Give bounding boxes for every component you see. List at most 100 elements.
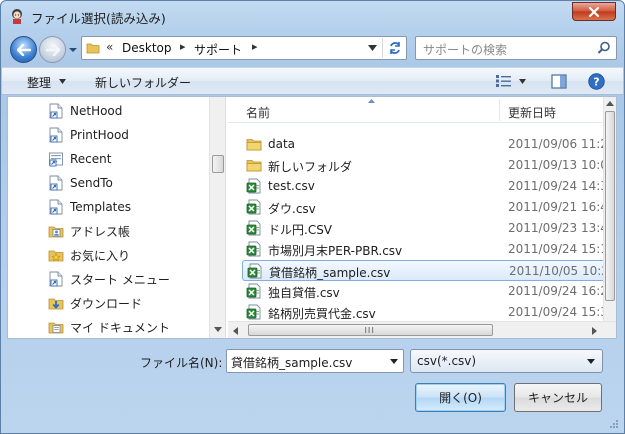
nav-item-label: Templates [70, 200, 132, 214]
address-bar[interactable]: « Desktop ▸ サポート ▸ [81, 36, 407, 60]
nav-item[interactable]: PrintHood [48, 124, 129, 146]
back-button[interactable] [10, 36, 37, 63]
file-list: 名前 更新日時 data 2011/09/06 11:2 新しいフォルダ 2011/0… [228, 97, 616, 338]
search-box[interactable]: サポートの検索 [415, 36, 617, 60]
chevron-down-icon[interactable] [519, 79, 526, 84]
chevron-down-icon[interactable] [587, 359, 595, 364]
file-type-value: csv(*.csv) [417, 354, 477, 368]
file-type-select[interactable]: csv(*.csv) [410, 349, 603, 373]
file-open-dialog: ファイル選択(読み込み) « Desktop ▸ サポート ▸ サポートの検索 … [0, 0, 625, 434]
nav-scrollbar-thumb[interactable] [212, 155, 224, 173]
scroll-up-arrow-icon[interactable] [606, 101, 614, 106]
scroll-right-arrow-icon[interactable] [592, 327, 597, 335]
view-options-icon[interactable] [495, 74, 513, 88]
nav-item[interactable]: マイ ドキュメント [48, 316, 170, 338]
nav-item[interactable]: アドレス帳 [48, 220, 130, 242]
folder-icon [86, 43, 100, 54]
column-name-header[interactable]: 名前 [246, 104, 270, 121]
file-row[interactable]: 銘柄別売買代金.csv 2011/09/24 15:3 [242, 302, 608, 323]
nav-item-label: SendTo [70, 176, 113, 190]
file-list-horizontal-scrollbar[interactable] [228, 321, 616, 338]
scroll-down-arrow-icon[interactable] [214, 327, 222, 332]
help-icon[interactable]: ? [588, 73, 605, 90]
nav-item[interactable]: Templates [48, 196, 131, 218]
filename-combobox[interactable]: 貸借銘柄_sample.csv [226, 349, 404, 373]
chevron-down-icon[interactable] [59, 79, 66, 84]
csv-file-icon [246, 178, 262, 194]
organize-button[interactable]: 整理 [27, 74, 51, 91]
breadcrumb-separator[interactable]: ▸ [252, 40, 258, 53]
shortcut-icon [48, 199, 64, 215]
recent-icon [48, 151, 64, 167]
filename-input[interactable]: 貸借銘柄_sample.csv [231, 354, 352, 371]
arrow-right-icon [45, 43, 60, 56]
command-bar: 整理 新しいフォルダー ? [2, 67, 623, 95]
open-button[interactable]: 開く(O) [415, 383, 506, 412]
new-folder-button[interactable]: 新しいフォルダー [95, 74, 191, 91]
scroll-left-arrow-icon[interactable] [233, 327, 238, 335]
folder-icon [246, 157, 262, 173]
nav-item[interactable]: SendTo [48, 172, 113, 194]
csv-file-icon [246, 283, 262, 299]
file-row[interactable]: 市場別月末PER-PBR.csv 2011/09/24 15:1 [242, 239, 608, 260]
vertical-scrollbar-thumb[interactable] [605, 111, 615, 301]
refresh-button[interactable] [382, 38, 406, 58]
sort-ascending-icon [368, 99, 375, 103]
file-row[interactable]: 独自貸借.csv 2011/09/24 16:2 [242, 281, 608, 302]
browser-content: NetHood PrintHood Recent SendTo Templates アドレ… [7, 96, 617, 339]
address-dropdown-icon[interactable] [368, 45, 377, 51]
file-row[interactable]: 新しいフォルダ 2011/09/13 10:0 [242, 155, 608, 176]
file-row[interactable]: ドル円.CSV 2011/09/23 13:4 [242, 218, 608, 239]
nav-item[interactable]: お気に入り [48, 244, 130, 266]
file-name: 市場別月末PER-PBR.csv [268, 244, 403, 258]
file-name: 銘柄別売買代金.csv [268, 307, 376, 321]
file-date: 2011/09/24 15:3 [508, 305, 608, 319]
search-icon[interactable] [597, 41, 611, 55]
preview-pane-icon[interactable] [551, 74, 567, 89]
shortcut-icon [48, 103, 64, 119]
file-date: 2011/09/24 14:3 [508, 179, 608, 193]
window-title: ファイル選択(読み込み) [31, 11, 166, 26]
file-list-vertical-scrollbar[interactable] [603, 97, 616, 321]
csv-file-icon [246, 304, 262, 320]
address-overflow-chevron[interactable]: « [106, 40, 113, 54]
nav-item[interactable]: NetHood [48, 100, 122, 122]
nav-item-label: Recent [70, 152, 112, 166]
nav-scrollbar[interactable] [209, 97, 225, 338]
file-row[interactable]: 貸借銘柄_sample.csv 2011/10/05 10:2 [242, 260, 609, 281]
cancel-button[interactable]: キャンセル [514, 383, 602, 412]
filename-label: ファイル名(N): [140, 356, 223, 370]
nav-item-label: ダウンロード [70, 296, 143, 311]
close-button[interactable] [572, 2, 616, 21]
nav-item[interactable]: スタート メニュー [48, 268, 170, 290]
file-date: 2011/09/24 15:1 [508, 242, 608, 256]
search-input[interactable]: サポートの検索 [423, 41, 507, 58]
column-divider[interactable] [499, 99, 500, 121]
svg-text:?: ? [593, 76, 599, 89]
column-date-header[interactable]: 更新日時 [508, 104, 556, 121]
csv-file-icon [246, 199, 262, 215]
title-bar[interactable]: ファイル選択(読み込み) [1, 1, 624, 31]
forward-button[interactable] [39, 36, 66, 63]
resize-grip-icon[interactable] [607, 419, 619, 431]
file-name: ダウ.csv [268, 202, 316, 216]
nav-item[interactable]: Recent [48, 148, 111, 170]
contacts-icon [48, 223, 64, 239]
nav-item-label: アドレス帳 [70, 224, 131, 239]
shortcut-icon [48, 127, 64, 143]
file-date: 2011/09/06 11:2 [508, 137, 608, 151]
file-date: 2011/09/23 13:4 [508, 221, 608, 235]
nav-item[interactable]: ダウンロード [48, 292, 142, 314]
chevron-down-icon[interactable] [390, 359, 398, 364]
recent-pages-dropdown-icon[interactable] [68, 45, 78, 55]
breadcrumb-support[interactable]: サポート [194, 41, 242, 58]
file-date: 2011/10/05 10:2 [509, 264, 609, 278]
file-row[interactable]: ダウ.csv 2011/09/21 16:4 [242, 197, 608, 218]
breadcrumb-separator[interactable]: ▸ [180, 40, 186, 53]
file-row[interactable]: test.csv 2011/09/24 14:3 [242, 176, 608, 197]
download-icon [48, 295, 64, 311]
file-row[interactable]: data 2011/09/06 11:2 [242, 134, 608, 155]
horizontal-scrollbar-thumb[interactable] [248, 324, 493, 336]
documents-icon [48, 319, 64, 335]
breadcrumb-desktop[interactable]: Desktop [122, 41, 172, 55]
